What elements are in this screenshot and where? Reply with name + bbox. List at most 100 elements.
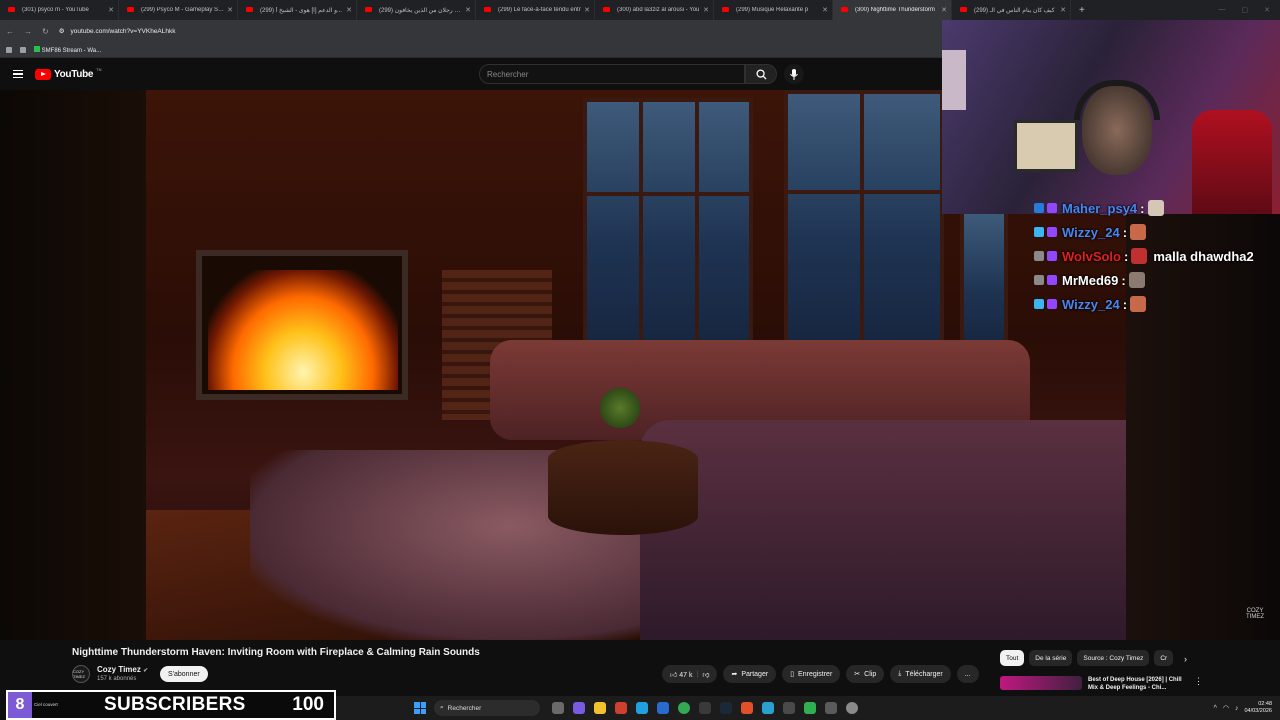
filter-chip[interactable]: Tout	[1000, 650, 1025, 666]
browser-tab[interactable]: (300) abd la3ziz al arousi - You ✕	[595, 0, 714, 20]
youtube-favicon-icon	[603, 7, 610, 12]
new-tab-button[interactable]: +	[1071, 5, 1093, 16]
close-tab-icon[interactable]: ✕	[941, 6, 947, 14]
chat-message: WolvSolo: malla dhawdha2	[1034, 244, 1274, 268]
chat-emote-icon	[1130, 224, 1147, 240]
channel-avatar[interactable]: COZY TIMEZ	[72, 665, 90, 683]
teams-icon[interactable]	[573, 702, 585, 714]
clock[interactable]: 02:48 04/03/2026	[1244, 701, 1272, 715]
chevron-up-icon[interactable]: ^	[1214, 705, 1217, 712]
search-button[interactable]	[745, 64, 777, 84]
browser-tab[interactable]: (300) Nighttime Thunderstorm ✕	[833, 0, 952, 20]
chat-message: Wizzy_24:	[1034, 292, 1274, 316]
minimize-icon[interactable]: —	[1219, 6, 1226, 14]
clock-time: 02:48	[1258, 701, 1272, 707]
bookmark-item[interactable]: SMF86 Stream - Wa...	[34, 45, 101, 54]
youtube-favicon-icon	[484, 7, 491, 12]
chat-badge-icon	[1034, 203, 1044, 213]
forward-icon[interactable]: →	[24, 27, 32, 36]
wifi-icon[interactable]: ◠	[1223, 704, 1229, 712]
edge-icon[interactable]	[636, 702, 648, 714]
settings-icon[interactable]	[825, 702, 837, 714]
recommended-thumbnail[interactable]	[1000, 676, 1082, 690]
steam-icon[interactable]	[720, 702, 732, 714]
tab-title: (299) قال رجلان من الذين يخافون...	[379, 7, 462, 14]
bookmark-icon: ▯	[790, 671, 795, 678]
filter-chip[interactable]: De la série	[1029, 650, 1073, 666]
file-explorer-icon[interactable]	[594, 702, 606, 714]
windows-start-icon[interactable]	[414, 702, 426, 714]
share-button[interactable]: ➦ Partager	[723, 665, 777, 683]
windows-taskbar: ⌕ Rechercher ^ ◠ ♪ 02:48 04/03/2026	[336, 696, 1280, 720]
store-icon[interactable]	[657, 702, 669, 714]
channel-name-text: Cozy Timez	[97, 665, 141, 674]
close-tab-icon[interactable]: ✕	[822, 6, 828, 14]
filter-chip[interactable]: Source : Cozy Timez	[1077, 650, 1150, 666]
clock-date: 04/03/2026	[1244, 708, 1272, 714]
youtube-favicon-icon	[960, 7, 967, 12]
chat-badge-icon	[1034, 251, 1044, 261]
browser-tab[interactable]: (301) psyco m - YouTube ✕	[0, 0, 119, 20]
volume-icon[interactable]: ♪	[1235, 705, 1239, 712]
browser-toolbar: ← → ↻ ⚙ youtube.com/watch?v=YVKheALhkk	[0, 20, 942, 42]
channel-name[interactable]: Cozy Timez ✔	[97, 665, 148, 674]
address-bar[interactable]: ⚙ youtube.com/watch?v=YVKheALhkk	[59, 27, 176, 36]
filter-chip[interactable]: Cr	[1154, 650, 1174, 666]
task-view-icon[interactable]	[552, 702, 564, 714]
download-button[interactable]: ⤓ Télécharger	[890, 665, 951, 683]
grid-icon[interactable]	[20, 46, 26, 53]
recommended-title[interactable]: Best of Deep House [2026] | Chill Mix & …	[1088, 676, 1192, 692]
search-icon: ⌕	[440, 704, 444, 711]
voice-search-button[interactable]	[784, 64, 804, 84]
recommended-video[interactable]: Best of Deep House [2026] | Chill Mix & …	[1000, 676, 1192, 692]
taskbar-search[interactable]: ⌕ Rechercher	[434, 700, 540, 716]
video-actions: 👍︎ 47 k | 👎︎ ➦ Partager ▯ Enregistrer ✂ Cli…	[662, 665, 979, 683]
youtube-favicon-icon	[841, 7, 848, 12]
browser-tab[interactable]: (299) و الدعم [ا] هوى - الشيخ أ... ✕	[238, 0, 357, 20]
chat-emote-icon	[1147, 200, 1164, 216]
maximize-icon[interactable]: ▢	[1242, 6, 1249, 14]
more-actions-button[interactable]: ...	[956, 665, 979, 683]
close-tab-icon[interactable]: ✕	[108, 6, 114, 14]
close-tab-icon[interactable]: ✕	[346, 6, 352, 14]
app-icon[interactable]	[762, 702, 774, 714]
potted-plant	[600, 388, 640, 428]
close-window-icon[interactable]: ✕	[1264, 6, 1270, 14]
subscribe-button[interactable]: S'abonner	[160, 666, 208, 682]
reload-icon[interactable]: ↻	[42, 27, 49, 36]
chat-username: Maher_psy4	[1062, 200, 1138, 216]
close-tab-icon[interactable]: ✕	[1060, 6, 1066, 14]
close-tab-icon[interactable]: ✕	[584, 6, 590, 14]
terminal-icon[interactable]	[783, 702, 795, 714]
office-icon[interactable]	[615, 702, 627, 714]
chrome-icon[interactable]	[678, 702, 690, 714]
search-input[interactable]: Rechercher	[479, 64, 745, 84]
browser-tab[interactable]: (299) Psyco M - Gameplay Stre ✕	[119, 0, 238, 20]
apps-icon[interactable]	[6, 46, 12, 53]
site-info-icon[interactable]: ⚙	[59, 27, 65, 35]
obs-icon[interactable]	[699, 702, 711, 714]
wall-picture-frame	[1014, 120, 1078, 172]
media-player-icon[interactable]	[804, 702, 816, 714]
channel-subscriber-count: 157 k abonnés	[97, 676, 137, 682]
browser-tab[interactable]: (299) كيف كان ينام الناس في الـ ✕	[952, 0, 1071, 20]
back-icon[interactable]: ←	[6, 27, 14, 36]
dislike-button[interactable]: 👎︎	[702, 670, 709, 679]
search-icon	[755, 68, 767, 80]
close-tab-icon[interactable]: ✕	[465, 6, 471, 14]
chevron-right-icon[interactable]: ›	[1184, 654, 1187, 664]
brave-icon[interactable]	[741, 702, 753, 714]
browser-tab[interactable]: (299) Musique Relaxante p ✕	[714, 0, 833, 20]
save-button[interactable]: ▯ Enregistrer	[782, 665, 841, 683]
recommended-menu-icon[interactable]: ⋮	[1194, 676, 1203, 687]
chat-message: Wizzy_24:	[1034, 220, 1274, 244]
browser-tab[interactable]: (299) Le face-à-face tendu entr ✕	[476, 0, 595, 20]
like-button[interactable]: 👍︎ 47 k	[670, 670, 693, 679]
close-tab-icon[interactable]: ✕	[227, 6, 233, 14]
youtube-logo[interactable]: YouTube TN	[35, 67, 102, 80]
browser-tab[interactable]: (299) قال رجلان من الذين يخافون...✕	[357, 0, 476, 20]
menu-icon[interactable]	[13, 69, 23, 79]
chrome-profile-icon[interactable]	[846, 702, 858, 714]
close-tab-icon[interactable]: ✕	[703, 6, 709, 14]
clip-button[interactable]: ✂ Clip	[846, 665, 885, 683]
